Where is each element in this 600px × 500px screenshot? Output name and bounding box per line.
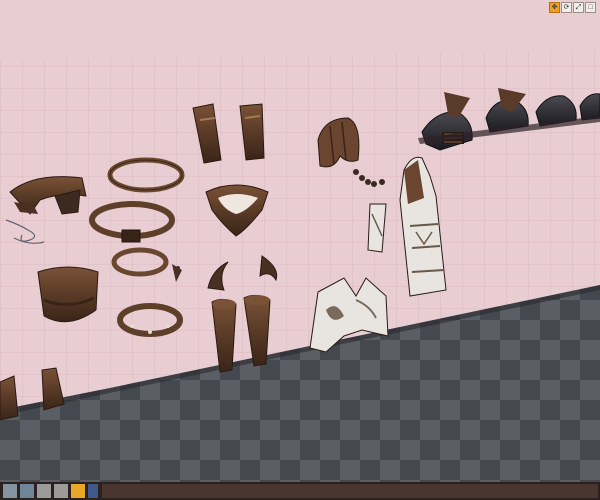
translate-icon[interactable]: ✥ bbox=[549, 2, 560, 13]
scale-icon[interactable]: ⤢ bbox=[573, 2, 584, 13]
taskbar-app-icon[interactable] bbox=[71, 484, 85, 498]
taskbar-app-icon[interactable] bbox=[37, 484, 51, 498]
taskbar-app-icon[interactable] bbox=[20, 484, 34, 498]
maximize-icon[interactable]: □ bbox=[585, 2, 596, 13]
rotate-icon[interactable]: ⟳ bbox=[561, 2, 572, 13]
taskbar bbox=[0, 482, 600, 500]
transform-toolbar: ✥ ⟳ ⤢ □ bbox=[549, 2, 596, 13]
scene-canvas[interactable] bbox=[0, 0, 600, 500]
taskbar-strip bbox=[102, 484, 598, 498]
asset-bracer-wide bbox=[37, 266, 99, 323]
3d-viewport[interactable]: ✥ ⟳ ⤢ □ bbox=[0, 0, 600, 500]
taskbar-app-icon[interactable] bbox=[54, 484, 68, 498]
taskbar-app-icon[interactable] bbox=[88, 484, 98, 498]
taskbar-app-icon[interactable] bbox=[3, 484, 17, 498]
